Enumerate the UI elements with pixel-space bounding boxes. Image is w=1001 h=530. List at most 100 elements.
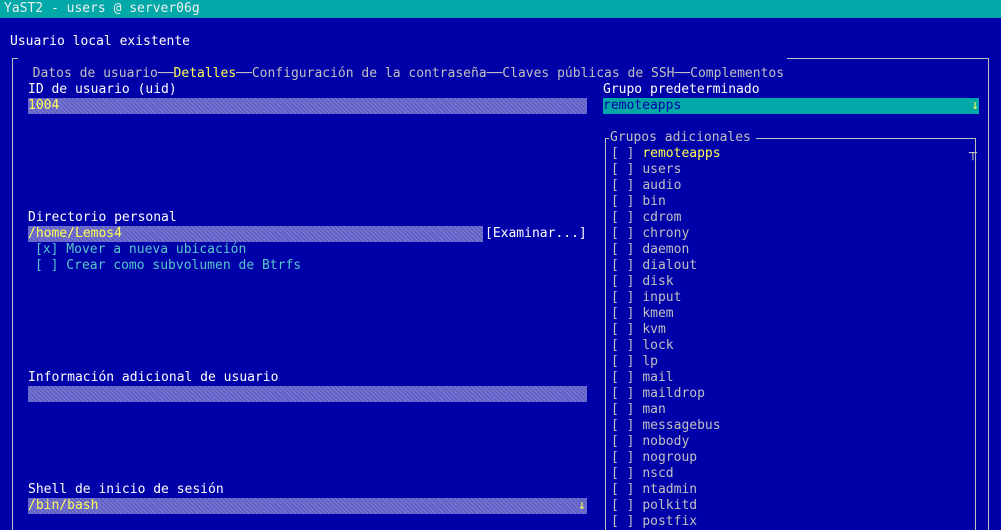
home-value: /home/Lemos4: [28, 226, 122, 241]
group-checkbox-item[interactable]: [ ] messagebus: [611, 418, 721, 434]
group-checkbox[interactable]: [ ]: [611, 450, 634, 465]
group-checkbox[interactable]: [ ]: [611, 482, 634, 497]
group-checkbox[interactable]: [ ]: [611, 354, 634, 369]
group-checkbox-item[interactable]: [ ] mail: [611, 370, 674, 386]
group-checkbox-item[interactable]: [ ] dialout: [611, 258, 697, 274]
groups-frame-left: [605, 138, 606, 530]
tab-separator: ──: [674, 66, 691, 81]
group-name: users: [642, 162, 682, 177]
window-title: YaST2 - users @ server06g: [4, 1, 200, 16]
tab-details[interactable]: Detalles: [174, 66, 237, 81]
group-checkbox-item[interactable]: [ ] postfix: [611, 514, 697, 530]
group-checkbox[interactable]: [ ]: [611, 258, 634, 273]
group-name: kmem: [642, 306, 674, 321]
group-checkbox[interactable]: [ ]: [611, 290, 634, 305]
group-checkbox[interactable]: [ ]: [611, 466, 634, 481]
window-titlebar: YaST2 - users @ server06g: [0, 0, 1001, 18]
group-checkbox[interactable]: [ ]: [611, 402, 634, 417]
group-checkbox[interactable]: [ ]: [611, 178, 634, 193]
group-name: maildrop: [642, 386, 705, 401]
group-checkbox-item[interactable]: [ ] users: [611, 162, 681, 178]
group-name: postfix: [642, 514, 698, 529]
group-checkbox[interactable]: [ ]: [611, 498, 634, 513]
groups-frame-top-left: [605, 138, 609, 139]
tab-password-settings[interactable]: Configuración de la contraseña: [252, 66, 487, 81]
group-name: bin: [642, 194, 666, 209]
group-checkbox[interactable]: [ ]: [611, 338, 634, 353]
group-name: cdrom: [642, 210, 682, 225]
frame-left-border: [12, 58, 13, 530]
shell-value: /bin/bash: [28, 498, 99, 513]
group-name: dialout: [642, 258, 698, 273]
move-location-checkbox[interactable]: [x] Mover a nueva ubicación: [35, 242, 246, 258]
down-arrow-icon[interactable]: ↓: [971, 98, 979, 114]
group-name: messagebus: [642, 418, 721, 433]
group-checkbox-item[interactable]: [ ] lock: [611, 338, 674, 354]
group-checkbox-item[interactable]: [ ] kmem: [611, 306, 674, 322]
group-checkbox-item[interactable]: [ ] ntadmin: [611, 482, 697, 498]
group-checkbox-item[interactable]: [ ] chrony: [611, 226, 689, 242]
group-checkbox[interactable]: [ ]: [611, 226, 634, 241]
group-checkbox-item[interactable]: [ ] nscd: [611, 466, 674, 482]
group-checkbox-item[interactable]: [ ] nobody: [611, 434, 689, 450]
tab-separator: ──: [486, 66, 503, 81]
tab-separator: ──: [236, 66, 252, 81]
group-checkbox[interactable]: [ ]: [611, 210, 634, 225]
tab-user-data[interactable]: Datos de usuario: [33, 66, 158, 81]
tab-bar: Datos de usuario──Detalles──Configuració…: [17, 50, 784, 82]
group-checkbox-item[interactable]: [ ] bin: [611, 194, 666, 210]
group-checkbox-item[interactable]: [ ] disk: [611, 274, 674, 290]
group-checkbox[interactable]: [ ]: [611, 274, 634, 289]
group-checkbox-item[interactable]: [ ] lp: [611, 354, 658, 370]
additional-groups-label: Grupos adicionales: [610, 130, 751, 145]
group-checkbox-item[interactable]: [ ] audio: [611, 178, 681, 194]
group-checkbox-item[interactable]: [ ] cdrom: [611, 210, 681, 226]
default-group-combobox[interactable]: remoteapps ↓: [603, 98, 979, 114]
group-checkbox[interactable]: [ ]: [611, 386, 634, 401]
group-checkbox-item[interactable]: [ ] remoteapps: [611, 146, 721, 162]
group-checkbox-item[interactable]: [ ] kvm: [611, 322, 666, 338]
group-name: disk: [642, 274, 674, 289]
group-checkbox[interactable]: [ ]: [611, 194, 634, 209]
group-name: daemon: [642, 242, 690, 257]
group-checkbox-item[interactable]: [ ] man: [611, 402, 666, 418]
group-checkbox-item[interactable]: [ ] polkitd: [611, 498, 697, 514]
btrfs-subvolume-checkbox[interactable]: [ ] Crear como subvolumen de Btrfs: [35, 258, 301, 274]
tab-ssh-keys[interactable]: Claves públicas de SSH: [502, 66, 674, 81]
group-checkbox-item[interactable]: [ ] daemon: [611, 242, 689, 258]
group-checkbox-item[interactable]: [ ] maildrop: [611, 386, 705, 402]
shell-label: Shell de inicio de sesión: [28, 482, 224, 497]
group-checkbox[interactable]: [ ]: [611, 434, 634, 449]
home-label: Directorio personal: [28, 210, 177, 225]
group-name: man: [642, 402, 666, 417]
group-checkbox-item[interactable]: [ ] nogroup: [611, 450, 697, 466]
group-checkbox-item[interactable]: [ ] input: [611, 290, 681, 306]
uid-input[interactable]: [28, 98, 587, 114]
dialog-title: Usuario local existente: [10, 34, 191, 49]
browse-button[interactable]: [Examinar...]: [485, 226, 587, 242]
group-name: polkitd: [642, 498, 698, 513]
tab-separator: ──: [157, 66, 174, 81]
info-input[interactable]: [28, 386, 587, 402]
tab-plugins[interactable]: Complementos: [690, 66, 784, 81]
group-name: mail: [642, 370, 674, 385]
group-checkbox[interactable]: [ ]: [611, 514, 634, 529]
group-checkbox[interactable]: [ ]: [611, 242, 634, 257]
group-name: input: [642, 290, 682, 305]
group-name: nobody: [642, 434, 690, 449]
scroll-icon[interactable]: ┬: [969, 146, 977, 162]
groups-frame-right: [975, 138, 976, 530]
shell-combobox[interactable]: [28, 498, 587, 514]
default-group-value: remoteapps: [603, 98, 682, 113]
group-checkbox[interactable]: [ ]: [611, 418, 634, 433]
uid-label: ID de usuario (uid): [28, 82, 177, 97]
group-checkbox[interactable]: [ ]: [611, 162, 634, 177]
down-arrow-icon[interactable]: ↓: [578, 498, 586, 514]
frame-right-border: [988, 58, 989, 530]
group-name: audio: [642, 178, 682, 193]
default-group-label: Grupo predeterminado: [603, 82, 760, 97]
group-checkbox[interactable]: [ ]: [611, 306, 634, 321]
group-checkbox[interactable]: [ ]: [611, 370, 634, 385]
group-checkbox[interactable]: [ ]: [611, 146, 634, 161]
group-checkbox[interactable]: [ ]: [611, 322, 634, 337]
